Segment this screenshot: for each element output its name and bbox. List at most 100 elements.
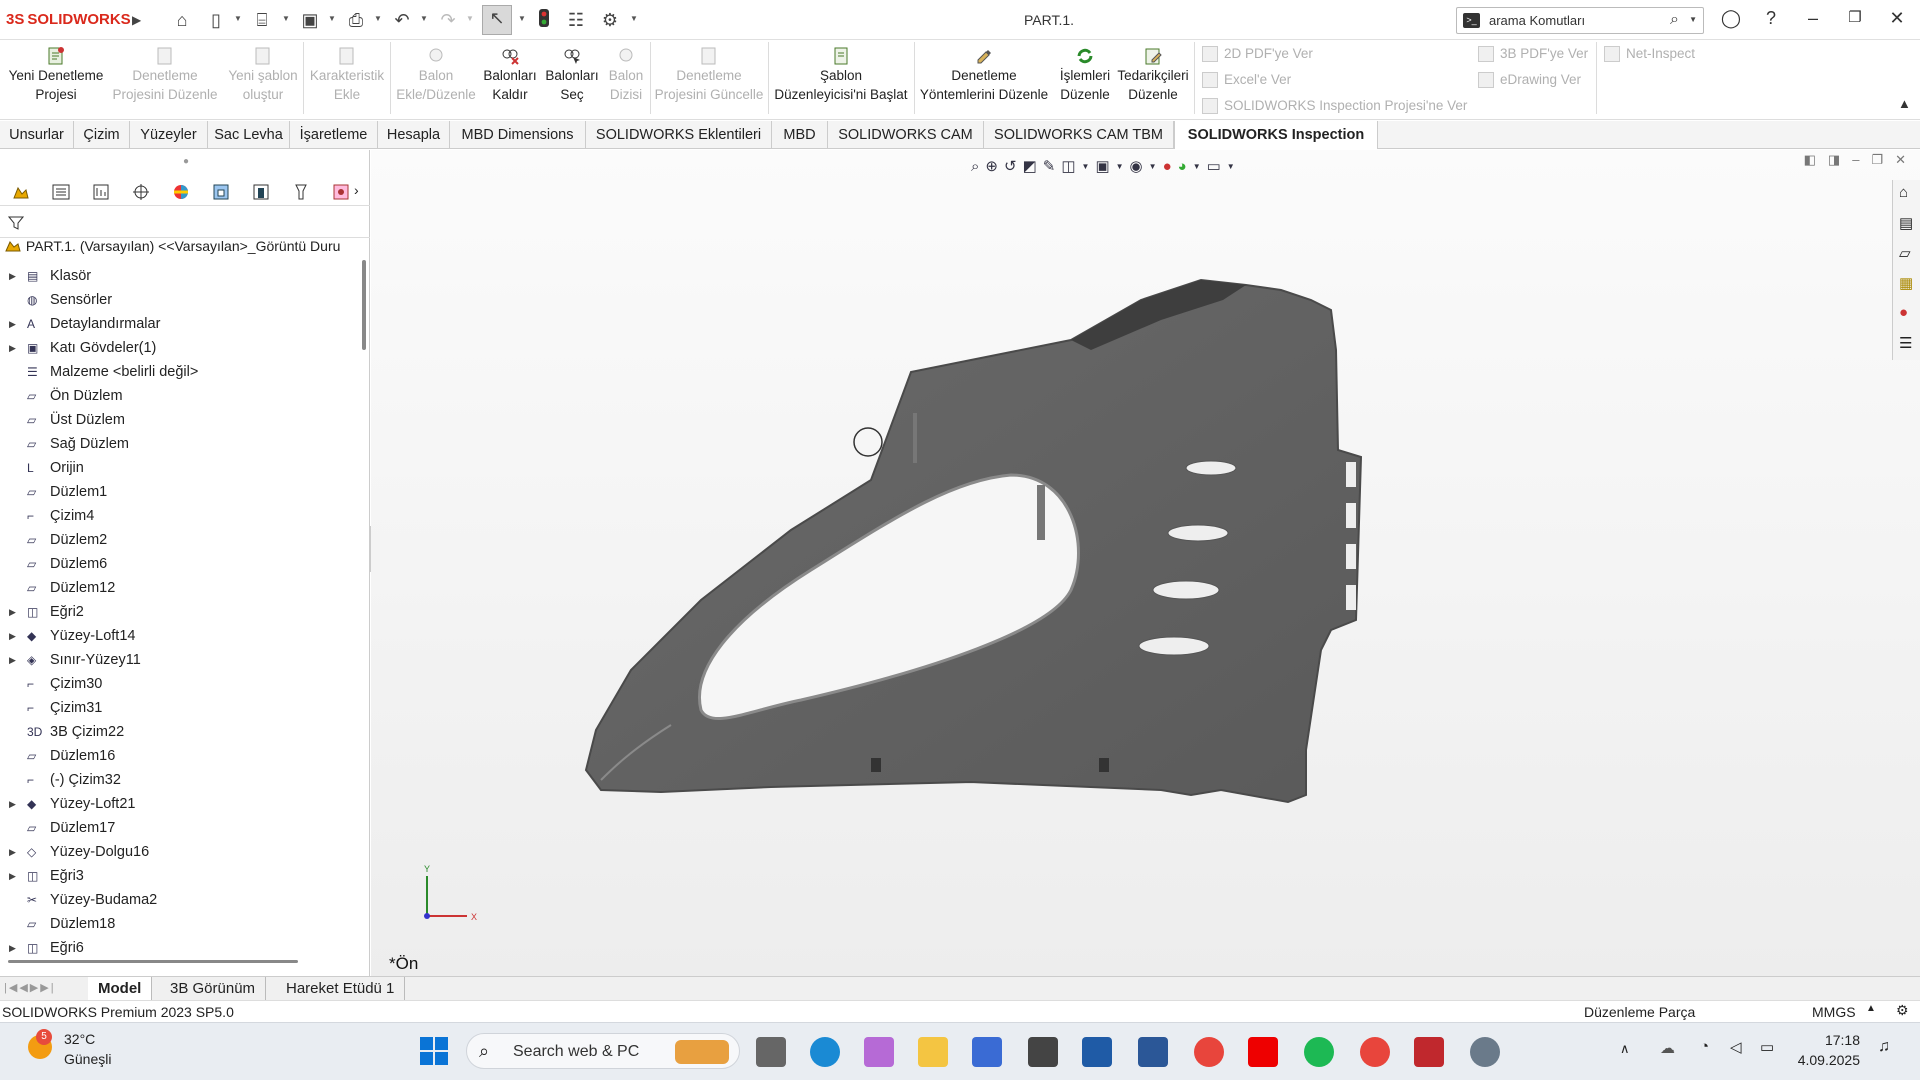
undo-dropdown-icon[interactable]: ▼ [420, 14, 428, 23]
graphics-area[interactable]: ⌕ ⊕ ↺ ◩ ✎ ◫ ▼ ▣ ▼ ◉ ▼ ● ◕ ▼ ▭ ▼ ◧ ◨ – ❐ ✕ ⌂ ▤… [371, 150, 1920, 976]
close-window-icon[interactable]: ✕ [1882, 8, 1912, 29]
file-explorer-taskbar-icon[interactable] [918, 1037, 948, 1067]
tab-mbd[interactable]: MBD [772, 121, 828, 149]
expand-arrow-icon[interactable]: ▶ [9, 792, 16, 816]
expand-arrow-icon[interactable]: ▶ [9, 624, 16, 648]
search-commands-box[interactable]: >_ arama Komutları ⌕ ▼ [1456, 7, 1704, 34]
edit-inspection-methods-button[interactable]: Denetleme Yöntemlerini Düzenle [916, 44, 1052, 104]
collapse-ribbon-icon[interactable]: ▲ [1898, 96, 1911, 111]
remove-balloons-button[interactable]: Balonları Kaldır [482, 44, 538, 104]
select-cursor-icon[interactable]: ↖ [482, 5, 512, 35]
print-dropdown-icon[interactable]: ▼ [374, 14, 382, 23]
microsoft-store-icon[interactable] [972, 1037, 1002, 1067]
open-folder-icon[interactable]: ⌸ [250, 8, 274, 32]
weather-temperature[interactable]: 32°C [64, 1031, 95, 1047]
restore-window-icon[interactable]: ❐ [1840, 8, 1870, 26]
edit-inspection-project-button[interactable]: Denetleme Projesini Düzenle [110, 44, 220, 104]
tree-vertical-scrollbar[interactable] [362, 260, 366, 350]
export-2d-pdf-button[interactable]: 2D PDF'ye Ver [1202, 46, 1313, 63]
show-hidden-icons-icon[interactable]: ∧ [1620, 1041, 1630, 1057]
export-excel-button[interactable]: Excel'e Ver [1202, 72, 1291, 89]
feature-manager-icon[interactable] [10, 182, 32, 202]
part-model-view[interactable]: Y X [371, 150, 1920, 976]
clock-date[interactable]: 4.09.2025 [1796, 1052, 1860, 1068]
volume-icon[interactable]: ◁ [1730, 1038, 1742, 1056]
display-manager-icon[interactable] [170, 182, 192, 202]
cam-operation-tree-icon[interactable] [250, 182, 272, 202]
update-inspection-project-button[interactable]: Denetleme Projesini Güncelle [652, 44, 766, 104]
open-dropdown-icon[interactable]: ▼ [282, 14, 290, 23]
copilot-icon[interactable] [864, 1037, 894, 1067]
tab-3d-views[interactable]: 3B Görünüm [160, 977, 267, 1001]
cam-feature-tree-icon[interactable] [210, 182, 232, 202]
tab-model[interactable]: Model [88, 977, 153, 1001]
new-inspection-project-button[interactable]: Yeni Denetleme Projesi [4, 44, 108, 104]
tab-solidworks-cam-tbm[interactable]: SOLIDWORKS CAM TBM [984, 121, 1174, 149]
search-icon[interactable]: ⌕ [1670, 11, 1679, 29]
filter-icon[interactable] [8, 215, 24, 231]
tab-motion-study[interactable]: Hareket Etüdü 1 [276, 977, 406, 1001]
tab-scroll-arrows-icon[interactable]: |◀◀▶▶| [4, 981, 56, 994]
expand-arrow-icon[interactable]: ▶ [9, 312, 16, 336]
app-blue-icon[interactable] [1082, 1037, 1112, 1067]
expand-arrow-icon[interactable]: ▶ [9, 264, 16, 288]
add-characteristic-button[interactable]: Karakteristik Ekle [304, 44, 390, 104]
youtube-icon[interactable] [1248, 1037, 1278, 1067]
balloon-pattern-button[interactable]: Balon Dizisi [604, 44, 648, 104]
launch-template-editor-button[interactable]: Şablon Düzenleyicisi'ni Başlat [770, 44, 912, 104]
start-windows-icon[interactable] [420, 1037, 448, 1065]
expand-arrow-icon[interactable]: ▶ [9, 336, 16, 360]
tab-evaluate[interactable]: Hesapla [378, 121, 450, 149]
new-document-icon[interactable]: ▯ [204, 8, 228, 32]
traffic-light-icon[interactable] [534, 8, 554, 32]
panel-grip-icon[interactable]: ● [183, 156, 189, 167]
select-balloons-button[interactable]: Balonları Seç [544, 44, 600, 104]
file-properties-icon[interactable]: ☷ [564, 8, 588, 32]
3d-app-icon[interactable] [1028, 1037, 1058, 1067]
more-tabs-arrow-icon[interactable]: › [354, 182, 359, 198]
options-dropdown-icon[interactable]: ▼ [630, 14, 638, 23]
tab-markup[interactable]: İşaretleme [290, 121, 378, 149]
chrome-icon[interactable] [1194, 1037, 1224, 1067]
home-icon[interactable]: ⌂ [170, 8, 194, 32]
tree-horizontal-scrollbar[interactable] [8, 960, 298, 963]
battery-icon[interactable]: ▭ [1760, 1038, 1774, 1056]
print-icon[interactable]: ⎙ [344, 8, 368, 32]
export-inspection-project-button[interactable]: SOLIDWORKS Inspection Projesi'ne Ver [1202, 98, 1467, 115]
tab-features[interactable]: Unsurlar [0, 121, 74, 149]
onedrive-icon[interactable]: ☁ [1660, 1039, 1675, 1057]
tab-sketch[interactable]: Çizim [74, 121, 130, 149]
unit-system-text[interactable]: MMGS [1812, 1004, 1856, 1020]
tab-mbd-dimensions[interactable]: MBD Dimensions [450, 121, 586, 149]
spotify-icon[interactable] [1304, 1037, 1334, 1067]
chrome-profile-icon[interactable] [1360, 1037, 1390, 1067]
expand-arrow-icon[interactable]: ▶ [9, 648, 16, 672]
edge-browser-icon[interactable] [810, 1037, 840, 1067]
expand-arrow-icon[interactable]: ▶ [9, 600, 16, 624]
expand-arrow-icon[interactable]: ▶ [9, 840, 16, 864]
tab-sheet-metal[interactable]: Sac Levha [208, 121, 290, 149]
tab-solidworks-cam[interactable]: SOLIDWORKS CAM [828, 121, 984, 149]
settings-taskbar-icon[interactable] [1470, 1037, 1500, 1067]
redo-dropdown-icon[interactable]: ▼ [466, 14, 474, 23]
save-dropdown-icon[interactable]: ▼ [328, 14, 336, 23]
search-dropdown-icon[interactable]: ▼ [1689, 15, 1697, 24]
export-edrawing-button[interactable]: eDrawing Ver [1478, 72, 1581, 89]
expand-arrow-icon[interactable]: ▶ [9, 864, 16, 888]
user-account-icon[interactable]: ◯ [1716, 8, 1746, 29]
help-icon[interactable]: ? [1756, 8, 1786, 29]
taskbar-search-box[interactable]: ⌕ Search web & PC [466, 1033, 740, 1069]
tab-surfaces[interactable]: Yüzeyler [130, 121, 208, 149]
redo-icon[interactable]: ↷ [436, 8, 460, 32]
export-3d-pdf-button[interactable]: 3B PDF'ye Ver [1478, 46, 1588, 63]
add-edit-balloon-button[interactable]: Balon Ekle/Düzenle [392, 44, 480, 104]
expand-menu-icon[interactable]: ▶ [132, 8, 141, 32]
options-gear-icon[interactable]: ⚙ [598, 8, 622, 32]
inspection-tree-icon[interactable] [330, 182, 352, 202]
save-icon[interactable]: ▣ [298, 8, 322, 32]
net-inspect-button[interactable]: Net-Inspect [1604, 46, 1695, 63]
new-dropdown-icon[interactable]: ▼ [234, 14, 242, 23]
word-icon[interactable] [1138, 1037, 1168, 1067]
weather-condition[interactable]: Güneşli [64, 1051, 111, 1067]
tab-solidworks-inspection[interactable]: SOLIDWORKS Inspection [1174, 121, 1378, 149]
